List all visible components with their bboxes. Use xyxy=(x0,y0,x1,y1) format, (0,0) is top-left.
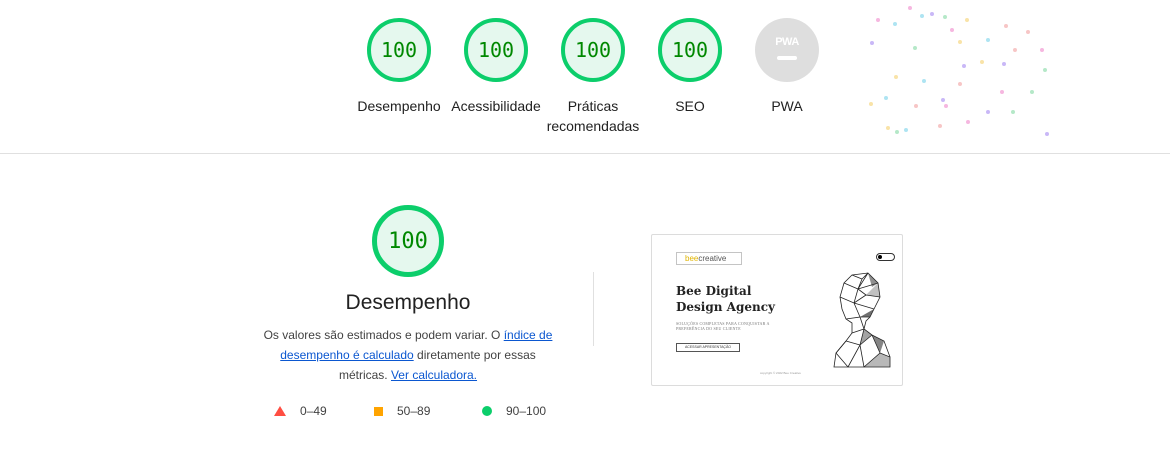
score-label: Práticas recomendadas xyxy=(546,98,640,134)
score-label: SEO xyxy=(675,98,705,114)
performance-summary: 100 Desempenho Os valores são estimados … xyxy=(258,205,558,385)
legend-pass-label: 90–100 xyxy=(506,404,547,418)
score-acessibilidade[interactable]: 100 Acessibilidade xyxy=(448,18,544,116)
confetti-dot xyxy=(1045,132,1049,136)
thumbnail-button: ACESSAR APRESENTAÇÃO xyxy=(676,343,740,352)
confetti-dot xyxy=(980,60,984,64)
confetti-dot xyxy=(1000,90,1004,94)
score-seo[interactable]: 100 SEO xyxy=(642,18,738,116)
confetti-dot xyxy=(913,46,917,50)
legend-average-label: 50–89 xyxy=(397,404,431,418)
desc-text: Os valores são estimados e podem variar.… xyxy=(263,328,504,342)
section-divider xyxy=(0,153,1170,154)
pwa-badge-icon: PWA xyxy=(755,18,819,82)
confetti-dot xyxy=(869,102,873,106)
thumbnail-footer: copyright © 2022 Bee Creative xyxy=(760,371,801,375)
confetti-dot xyxy=(870,41,874,45)
confetti-dot xyxy=(895,130,899,134)
category-scores: 100 Desempenho 100 Acessibilidade 100 Pr… xyxy=(0,18,1170,158)
pwa-dash-icon xyxy=(777,56,797,60)
confetti-dot xyxy=(950,28,954,32)
confetti-dot xyxy=(893,22,897,26)
circle-icon xyxy=(482,406,492,416)
confetti-dot xyxy=(876,18,880,22)
score-gauge: 100 xyxy=(464,18,528,82)
confetti-dot xyxy=(941,98,945,102)
confetti-dot xyxy=(886,126,890,130)
confetti-dot xyxy=(986,110,990,114)
confetti-dot xyxy=(920,14,924,18)
confetti-dot xyxy=(930,12,934,16)
confetti-dot xyxy=(958,40,962,44)
confetti-dot xyxy=(1040,48,1044,52)
performance-description: Os valores são estimados e podem variar.… xyxy=(258,325,558,385)
calculator-link[interactable]: Ver calculadora. xyxy=(391,368,477,382)
score-gauge: 100 xyxy=(658,18,722,82)
score-legend: 0–49 50–89 90–100 xyxy=(272,404,572,420)
score-label: Acessibilidade xyxy=(451,98,541,114)
thumbnail-subtitle: SOLUÇÕES COMPLETAS PARA CONQUISTAR A PRE… xyxy=(676,321,770,331)
legend-fail: 0–49 xyxy=(274,404,327,418)
confetti-dot xyxy=(965,18,969,22)
score-label: PWA xyxy=(771,98,803,114)
confetti-dot xyxy=(938,124,942,128)
confetti-dot xyxy=(1030,90,1034,94)
confetti-dot xyxy=(922,79,926,83)
pwa-badge-text: PWA xyxy=(775,36,799,48)
confetti-dot xyxy=(894,75,898,79)
score-desempenho[interactable]: 100 Desempenho xyxy=(351,18,447,116)
legend-average: 50–89 xyxy=(374,404,430,418)
square-icon xyxy=(374,406,383,416)
theme-toggle-icon xyxy=(876,253,895,261)
thumbnail-logo: beecreative xyxy=(676,252,742,265)
confetti-dot xyxy=(1011,110,1015,114)
legend-fail-label: 0–49 xyxy=(300,404,327,418)
confetti-dot xyxy=(966,120,970,124)
triangle-icon xyxy=(274,406,286,416)
score-value: 100 xyxy=(671,38,709,62)
legend-pass: 90–100 xyxy=(482,404,546,418)
confetti-dot xyxy=(914,104,918,108)
score-pwa[interactable]: PWA PWA xyxy=(739,18,835,116)
score-value: 100 xyxy=(477,38,515,62)
confetti-dot xyxy=(962,64,966,68)
confetti-dot xyxy=(1026,30,1030,34)
confetti-dot xyxy=(986,38,990,42)
confetti-dot xyxy=(904,128,908,132)
confetti-dot xyxy=(1043,68,1047,72)
confetti-dot xyxy=(944,104,948,108)
score-praticas-recomendadas[interactable]: 100 Práticas recomendadas xyxy=(545,18,641,136)
thumbnail-title: Bee Digital Design Agency xyxy=(676,284,775,314)
performance-score: 100 xyxy=(388,228,428,254)
final-screenshot[interactable]: beecreative Bee Digital Design Agency SO… xyxy=(651,234,903,386)
confetti-dot xyxy=(1004,24,1008,28)
score-value: 100 xyxy=(380,38,418,62)
confetti-dot xyxy=(908,6,912,10)
score-gauge: 100 xyxy=(367,18,431,82)
confetti-dot xyxy=(884,96,888,100)
confetti-dot xyxy=(958,82,962,86)
vertical-separator xyxy=(593,272,594,346)
confetti-dot xyxy=(1013,48,1017,52)
score-label: Desempenho xyxy=(357,98,441,114)
score-value: 100 xyxy=(574,38,612,62)
performance-title: Desempenho xyxy=(345,291,471,314)
score-gauge: 100 xyxy=(561,18,625,82)
sculpture-head-illustration xyxy=(833,272,891,368)
confetti-dot xyxy=(1002,62,1006,66)
performance-gauge: 100 xyxy=(372,205,444,277)
confetti-dot xyxy=(943,15,947,19)
